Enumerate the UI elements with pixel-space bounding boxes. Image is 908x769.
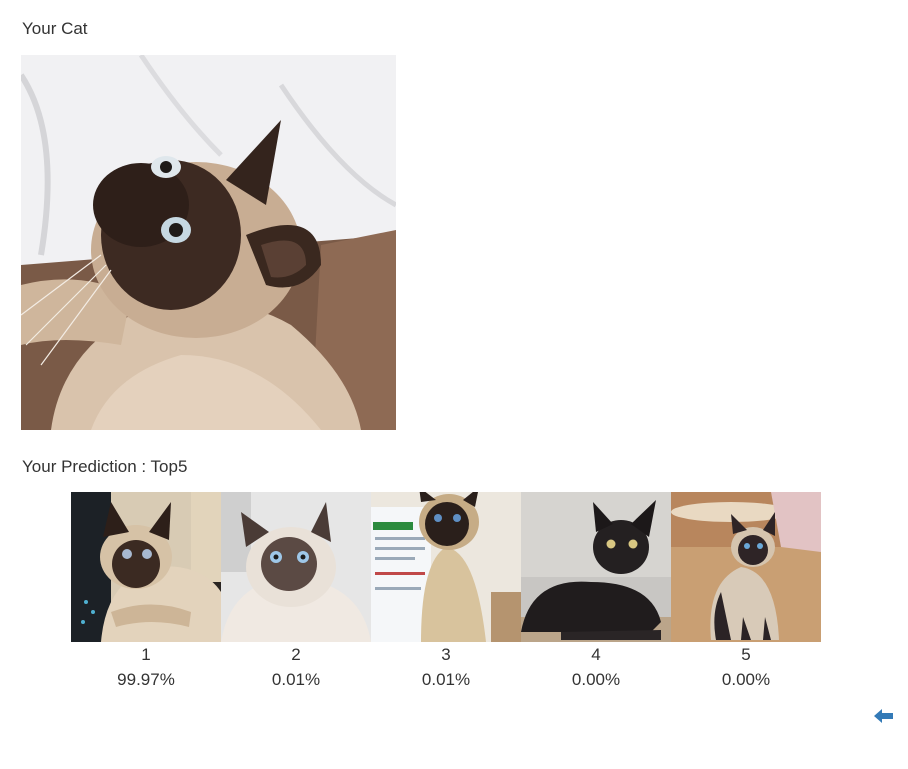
result-photo-4 (521, 492, 671, 642)
prediction-page: Your Cat Your Prediction: Top5 1 99.97%… (0, 0, 908, 769)
result-probability-4: 0.00% (571, 670, 621, 689)
result-card-3: 3 0.01% (371, 492, 521, 690)
result-photo-1 (71, 492, 221, 642)
result-rank-2: 2 (291, 645, 301, 664)
result-rank-5: 5 (741, 645, 751, 664)
result-card-2: 2 0.01% (221, 492, 371, 690)
black-cat-photo-icon (521, 492, 671, 642)
result-rank-4: 4 (591, 645, 601, 664)
result-probability-1: 99.97% (117, 670, 175, 689)
result-card-1: 1 99.97% (71, 492, 221, 690)
result-card-4: 4 0.00% (521, 492, 671, 690)
back-button[interactable] (873, 706, 895, 726)
siamese-cat-photo-icon (21, 55, 396, 430)
birman-cat-photo-icon (221, 492, 371, 642)
result-photo-3 (371, 492, 521, 642)
result-rank-1: 1 (141, 645, 151, 664)
result-card-5: 5 0.00% (671, 492, 821, 690)
siamese-cat-photo-icon (671, 492, 821, 642)
result-probability-3: 0.01% (421, 670, 471, 689)
siamese-cat-photo-icon (371, 492, 521, 642)
result-photo-2 (221, 492, 371, 642)
user-cat-photo (21, 55, 396, 430)
top5-results: 1 99.97% 2 0.01% 3 0.01% 4 0.00% 5 0.00% (71, 492, 821, 690)
result-rank-3: 3 (441, 645, 451, 664)
arrow-left-icon (874, 709, 893, 723)
your-cat-heading: Your Cat (22, 19, 88, 38)
result-probability-5: 0.00% (721, 670, 771, 689)
siamese-cat-photo-icon (71, 492, 221, 642)
prediction-heading: Your Prediction : Top5 (22, 457, 188, 476)
result-probability-2: 0.01% (271, 670, 321, 689)
result-photo-5 (671, 492, 821, 642)
